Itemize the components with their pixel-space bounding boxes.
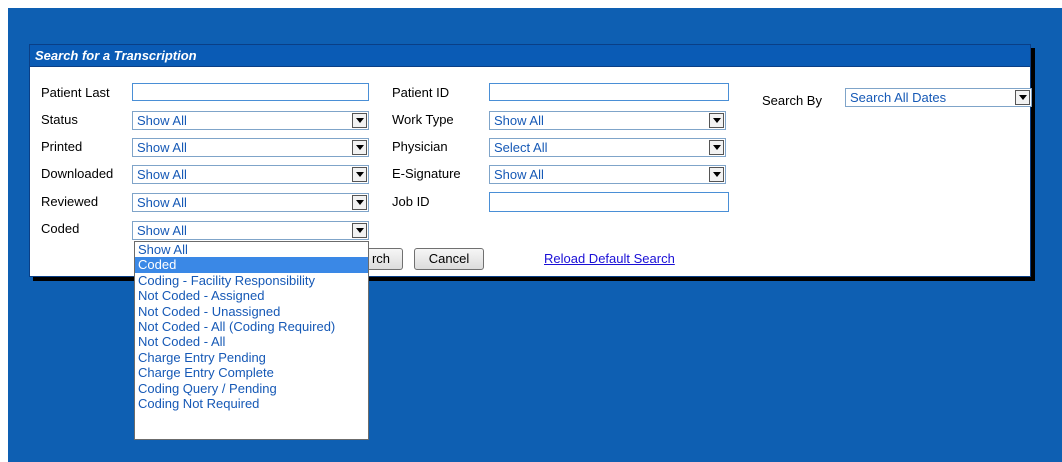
- downloaded-label: Downloaded: [41, 166, 114, 181]
- dropdown-option[interactable]: Not Coded - Assigned: [135, 288, 368, 303]
- chevron-down-icon[interactable]: [352, 223, 367, 238]
- cancel-button[interactable]: Cancel: [414, 248, 484, 270]
- search-by-value: Search All Dates: [850, 90, 947, 105]
- coded-value: Show All: [137, 223, 187, 238]
- e-signature-label: E-Signature: [392, 166, 461, 181]
- downloaded-value: Show All: [137, 167, 187, 182]
- patient-last-input[interactable]: [132, 83, 369, 101]
- downloaded-select[interactable]: Show All: [132, 165, 369, 184]
- work-type-select[interactable]: Show All: [489, 111, 726, 130]
- patient-last-label: Patient Last: [41, 85, 110, 100]
- dropdown-option[interactable]: Coded: [135, 257, 368, 273]
- status-value: Show All: [137, 113, 187, 128]
- chevron-down-icon[interactable]: [709, 140, 724, 155]
- dropdown-option[interactable]: Coding Query / Pending: [135, 381, 368, 396]
- patient-id-label: Patient ID: [392, 85, 450, 100]
- printed-select[interactable]: Show All: [132, 138, 369, 157]
- job-id-input[interactable]: [489, 192, 729, 212]
- chevron-down-icon[interactable]: [352, 140, 367, 155]
- e-signature-value: Show All: [494, 167, 544, 182]
- work-type-value: Show All: [494, 113, 544, 128]
- search-by-select[interactable]: Search All Dates: [845, 88, 1032, 107]
- dropdown-option[interactable]: Coding - Facility Responsibility: [135, 273, 368, 288]
- search-by-label: Search By: [762, 93, 822, 108]
- physician-select[interactable]: Select All: [489, 138, 726, 157]
- reviewed-label: Reviewed: [41, 194, 99, 209]
- coded-select[interactable]: Show All: [132, 221, 369, 240]
- dropdown-option[interactable]: Show All: [135, 242, 368, 257]
- physician-label: Physician: [392, 139, 448, 154]
- reviewed-select[interactable]: Show All: [132, 193, 369, 212]
- dropdown-option[interactable]: Not Coded - Unassigned: [135, 304, 368, 319]
- reviewed-value: Show All: [137, 195, 187, 210]
- job-id-label: Job ID: [392, 194, 430, 209]
- physician-value: Select All: [494, 140, 548, 155]
- chevron-down-icon[interactable]: [709, 113, 724, 128]
- dropdown-option[interactable]: Charge Entry Complete: [135, 365, 368, 380]
- chevron-down-icon[interactable]: [352, 195, 367, 210]
- printed-value: Show All: [137, 140, 187, 155]
- status-label: Status: [41, 112, 78, 127]
- panel-title: Search for a Transcription: [30, 45, 1030, 67]
- printed-label: Printed: [41, 139, 83, 154]
- dropdown-option[interactable]: Charge Entry Pending: [135, 350, 368, 365]
- dropdown-option[interactable]: Coding Not Required: [135, 396, 368, 411]
- work-type-label: Work Type: [392, 112, 454, 127]
- reload-default-search-link[interactable]: Reload Default Search: [544, 251, 675, 266]
- coded-dropdown-list: Show All Coded Coding - Facility Responsib…: [134, 241, 369, 440]
- chevron-down-icon[interactable]: [352, 167, 367, 182]
- status-select[interactable]: Show All: [132, 111, 369, 130]
- coded-label: Coded: [41, 221, 80, 236]
- e-signature-select[interactable]: Show All: [489, 165, 726, 184]
- chevron-down-icon[interactable]: [352, 113, 367, 128]
- patient-id-input[interactable]: [489, 83, 729, 101]
- chevron-down-icon[interactable]: [709, 167, 724, 182]
- dropdown-option[interactable]: Not Coded - All: [135, 334, 368, 349]
- dropdown-option[interactable]: Not Coded - All (Coding Required): [135, 319, 368, 334]
- chevron-down-icon[interactable]: [1015, 90, 1030, 105]
